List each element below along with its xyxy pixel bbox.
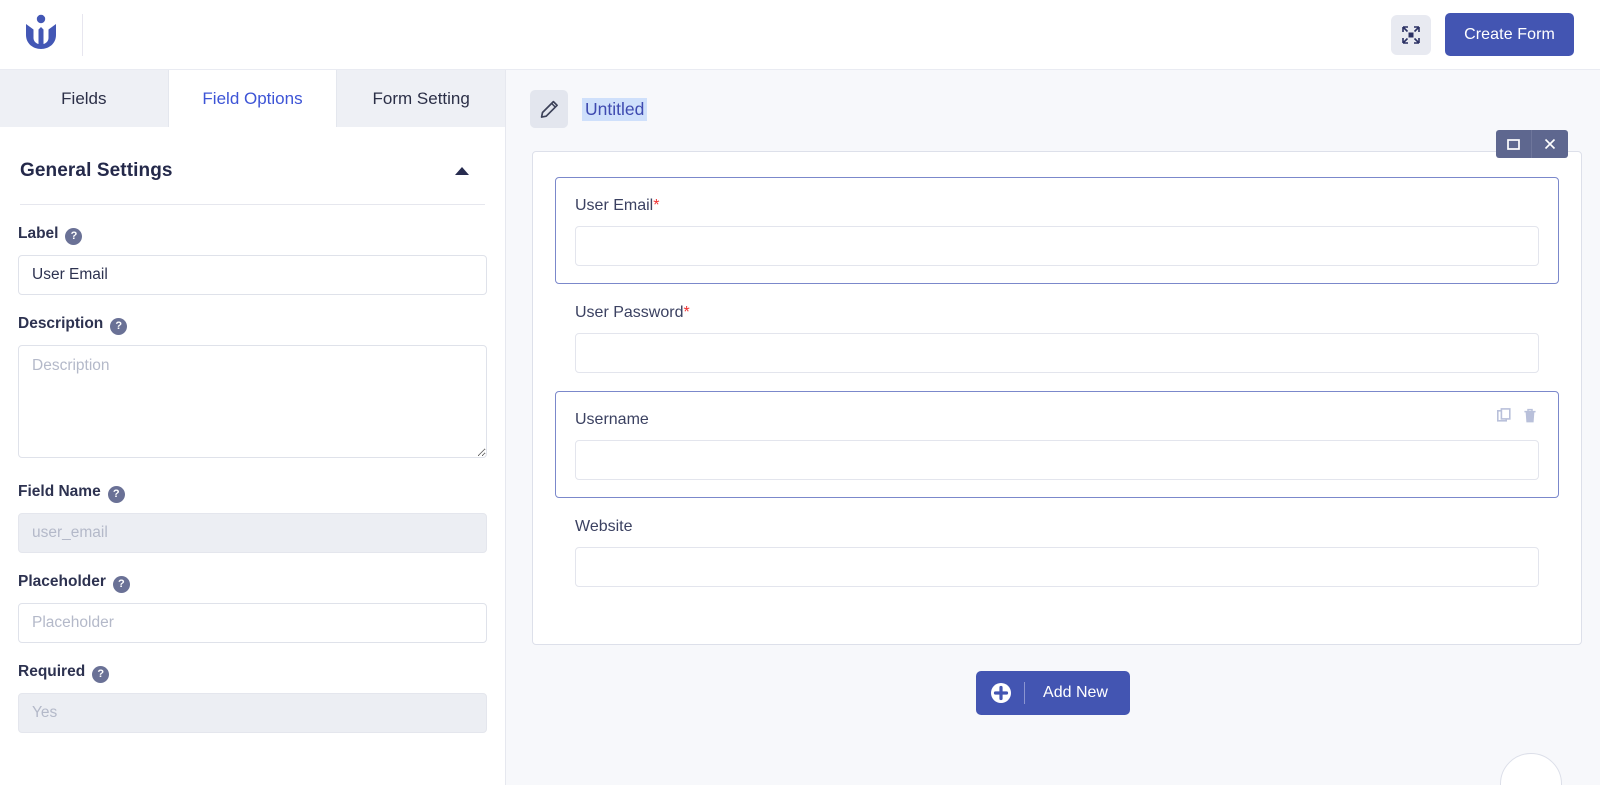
trash-icon[interactable] (1523, 408, 1537, 429)
user-password-input[interactable] (575, 333, 1539, 373)
setting-placeholder-row: Placeholder ? (18, 570, 487, 594)
section-divider (20, 204, 485, 205)
username-input[interactable] (575, 440, 1539, 480)
tab-fields[interactable]: Fields (0, 70, 169, 127)
tab-form-setting[interactable]: Form Setting (337, 70, 505, 127)
form-builder-canvas: Untitled User Email* User Password* User… (506, 70, 1600, 785)
duplicate-square-icon[interactable] (1496, 130, 1532, 158)
add-new-label: Add New (1043, 684, 1108, 701)
form-field-label-text: Website (575, 518, 633, 535)
form-field-label-text: Username (575, 411, 649, 428)
setting-required-row: Required ? (18, 660, 487, 684)
user-email-input[interactable] (575, 226, 1539, 266)
required-select[interactable] (18, 693, 487, 733)
form-field-label: Username (575, 411, 1539, 429)
copy-icon[interactable] (1497, 408, 1512, 429)
form-field-username[interactable]: Username (555, 391, 1559, 498)
form-field-label: Website (575, 518, 1539, 536)
question-mark-icon[interactable]: ? (112, 575, 130, 593)
floating-action-button[interactable] (1500, 753, 1562, 785)
form-field-label-text: User Email (575, 197, 654, 214)
setting-placeholder-block: Placeholder ? (18, 570, 487, 643)
setting-label-text: Label (18, 225, 59, 242)
circle-plus-icon (978, 682, 1024, 704)
setting-required-block: Required ? (18, 660, 487, 733)
app-header: Create Form (0, 0, 1600, 70)
setting-field-name-row: Field Name ? (18, 480, 487, 504)
left-settings-panel: Fields Field Options Form Setting Genera… (0, 70, 506, 785)
panel-tabs: Fields Field Options Form Setting (0, 70, 505, 127)
placeholder-input[interactable] (18, 603, 487, 643)
form-field-label-text: User Password (575, 304, 684, 321)
general-settings-header[interactable]: General Settings (18, 127, 487, 182)
logo-wrap (0, 14, 82, 55)
required-asterisk: * (683, 304, 690, 321)
field-name-input[interactable] (18, 513, 487, 553)
fullscreen-expand-icon[interactable] (1391, 14, 1432, 55)
close-x-icon[interactable] (1532, 130, 1568, 158)
form-field-tools (1497, 408, 1537, 429)
form-field-website[interactable]: Website (555, 498, 1559, 605)
section-title: General Settings (20, 160, 173, 181)
add-new-button[interactable]: Add New (976, 671, 1130, 715)
question-mark-icon[interactable]: ? (107, 485, 125, 503)
metform-logo-icon[interactable] (24, 14, 58, 55)
setting-description-text: Description (18, 315, 104, 332)
setting-field-name-block: Field Name ? (18, 480, 487, 553)
tab-field-options[interactable]: Field Options (168, 70, 338, 127)
question-mark-icon[interactable]: ? (92, 665, 110, 683)
form-card-toolbar (1496, 130, 1568, 158)
form-field-label: User Password* (575, 304, 1539, 322)
setting-description-row: Description ? (18, 312, 487, 336)
setting-label-row: Label ? (18, 222, 487, 246)
description-textarea[interactable] (18, 345, 487, 458)
general-settings-panel: General Settings Label ? Description ? F… (0, 127, 505, 733)
form-field-label: User Email* (575, 197, 1539, 215)
pencil-edit-icon[interactable] (530, 90, 568, 128)
required-asterisk: * (653, 197, 660, 214)
question-mark-icon[interactable]: ? (110, 317, 128, 335)
setting-label-block: Label ? (18, 222, 487, 295)
form-card: User Email* User Password* Username Webs… (532, 130, 1582, 645)
form-title-row: Untitled (506, 70, 1600, 128)
caret-up-icon[interactable] (455, 167, 469, 175)
setting-required-text: Required (18, 663, 86, 680)
form-field-user-email[interactable]: User Email* (555, 177, 1559, 284)
create-form-button[interactable]: Create Form (1445, 13, 1574, 56)
setting-field-name-text: Field Name (18, 483, 101, 500)
form-field-user-password[interactable]: User Password* (555, 284, 1559, 391)
form-title-text[interactable]: Untitled (582, 97, 648, 121)
label-input[interactable] (18, 255, 487, 295)
header-divider (82, 13, 83, 56)
setting-description-block: Description ? (18, 312, 487, 463)
setting-placeholder-text: Placeholder (18, 573, 106, 590)
add-new-row: Add New (506, 671, 1600, 715)
question-mark-icon[interactable]: ? (65, 227, 83, 245)
website-input[interactable] (575, 547, 1539, 587)
